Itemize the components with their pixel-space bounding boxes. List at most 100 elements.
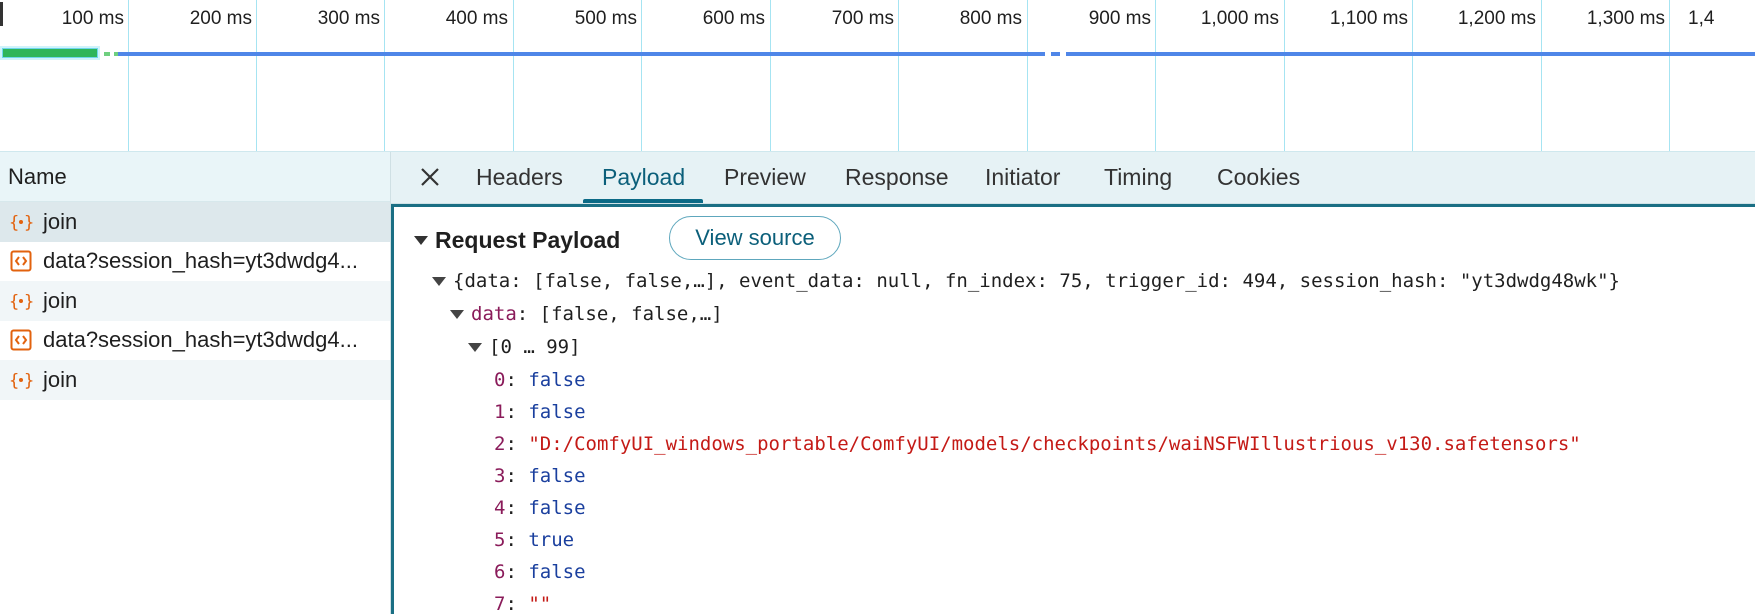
- array-item[interactable]: 7: "": [494, 593, 551, 615]
- request-list-panel: Name {} join data?session_hash=yt3dwdg4.…: [0, 152, 390, 614]
- summary-value: 75: [1059, 270, 1083, 292]
- tick-label: 1,100 ms: [1329, 8, 1408, 29]
- tab-initiator[interactable]: Initiator: [985, 152, 1060, 203]
- request-row[interactable]: data?session_hash=yt3dwdg4...: [0, 242, 390, 282]
- item-index: 0: [494, 369, 506, 391]
- property-key: data: [471, 303, 517, 325]
- tab-cookies[interactable]: Cookies: [1217, 152, 1300, 203]
- detail-tabbar: Headers Payload Preview Response Initiat…: [391, 152, 1755, 204]
- tick-label: 1,4: [1688, 8, 1715, 29]
- svg-text:{: {: [9, 213, 19, 233]
- payload-content: Request Payload View source {data: [fals…: [391, 204, 1755, 615]
- overview-bar-gap: [1045, 51, 1051, 57]
- tick-label: 700 ms: [831, 8, 894, 29]
- section-title: Request Payload: [435, 227, 621, 253]
- summary-key: fn_index: [944, 270, 1037, 292]
- brace-close: }: [1608, 270, 1620, 292]
- expand-triangle-icon: [432, 277, 446, 286]
- item-index: 5: [494, 529, 506, 551]
- grid-line: [1155, 0, 1156, 151]
- item-index: 1: [494, 401, 506, 423]
- grid-line: [1541, 0, 1542, 151]
- tick-label: 300 ms: [317, 8, 380, 29]
- item-index: 6: [494, 561, 506, 583]
- summary-value: null: [876, 270, 923, 292]
- item-value: false: [528, 465, 586, 487]
- grid-line: [1412, 0, 1413, 151]
- summary-value: [false, false,…]: [533, 270, 717, 292]
- summary-value: 494: [1242, 270, 1277, 292]
- array-item[interactable]: 0: false: [494, 369, 586, 391]
- tab-preview[interactable]: Preview: [724, 152, 806, 203]
- expand-triangle-icon: [450, 310, 464, 319]
- document-icon: [9, 249, 33, 273]
- active-tab-indicator: [583, 199, 703, 203]
- request-row[interactable]: {} join: [0, 360, 390, 400]
- grid-line: [1284, 0, 1285, 151]
- svg-text:{: {: [9, 371, 19, 391]
- item-value: false: [528, 497, 586, 519]
- tick-label: 500 ms: [574, 8, 637, 29]
- svg-text:}: }: [24, 371, 33, 391]
- tick-label: 600 ms: [702, 8, 765, 29]
- tick-label: 800 ms: [959, 8, 1022, 29]
- tab-headers[interactable]: Headers: [476, 152, 563, 203]
- name-column-header[interactable]: Name: [0, 152, 390, 202]
- summary-key: session_hash: [1299, 270, 1437, 292]
- array-item[interactable]: 2: "D:/ComfyUI_windows_portable/ComfyUI/…: [494, 433, 1581, 455]
- request-payload-toggle[interactable]: Request Payload: [414, 227, 620, 254]
- request-row[interactable]: data?session_hash=yt3dwdg4...: [0, 321, 390, 361]
- array-item[interactable]: 6: false: [494, 561, 586, 583]
- item-value: "": [528, 593, 552, 615]
- svg-text:}: }: [24, 213, 33, 233]
- summary-key: trigger_id: [1105, 270, 1220, 292]
- grid-line: [384, 0, 385, 151]
- grid-line: [513, 0, 514, 151]
- overview-left-handle[interactable]: [0, 2, 3, 26]
- close-icon[interactable]: [415, 162, 445, 192]
- array-item[interactable]: 4: false: [494, 497, 586, 519]
- array-range-row[interactable]: [0 … 99]: [468, 336, 581, 358]
- request-name: data?session_hash=yt3dwdg4...: [43, 248, 358, 274]
- grid-line: [1669, 0, 1670, 151]
- item-value: "D:/ComfyUI_windows_portable/ComfyUI/mod…: [528, 433, 1581, 455]
- tab-payload[interactable]: Payload: [602, 152, 685, 203]
- grid-line: [770, 0, 771, 151]
- tick-label: 1,000 ms: [1200, 8, 1279, 29]
- request-name: join: [43, 287, 78, 313]
- tick-label: 400 ms: [445, 8, 508, 29]
- request-name: join: [43, 208, 78, 234]
- request-row[interactable]: {} join: [0, 281, 390, 321]
- grid-line: [1027, 0, 1028, 151]
- data-property-row[interactable]: data: [false, false,…]: [450, 303, 723, 325]
- fetch-icon: {}: [9, 210, 33, 234]
- grid-line: [898, 0, 899, 151]
- overview-bar-gap: [1060, 51, 1066, 57]
- request-detail-panel: Headers Payload Preview Response Initiat…: [391, 152, 1755, 615]
- property-value: [false, false,…]: [539, 303, 723, 325]
- view-source-button[interactable]: View source: [669, 216, 841, 260]
- tab-response[interactable]: Response: [845, 152, 949, 203]
- svg-text:{: {: [9, 292, 19, 312]
- item-index: 4: [494, 497, 506, 519]
- overview-bar-download: [118, 52, 1755, 56]
- request-name: join: [43, 366, 78, 392]
- array-item[interactable]: 3: false: [494, 465, 586, 487]
- item-index: 3: [494, 465, 506, 487]
- overview-timeline[interactable]: 100 ms 200 ms 300 ms 400 ms 500 ms 600 m…: [0, 0, 1755, 152]
- brace-open: {: [453, 270, 465, 292]
- request-row[interactable]: {} join: [0, 202, 390, 242]
- tick-label: 1,300 ms: [1586, 8, 1665, 29]
- overview-bar-waiting: [2, 48, 98, 58]
- array-item[interactable]: 1: false: [494, 401, 586, 423]
- item-index: 2: [494, 433, 506, 455]
- payload-summary-row[interactable]: {data: [false, false,…], event_data: nul…: [432, 270, 1620, 292]
- item-index: 7: [494, 593, 506, 615]
- tick-label: 100 ms: [61, 8, 124, 29]
- grid-line: [128, 0, 129, 151]
- document-icon: [9, 328, 33, 352]
- svg-text:}: }: [24, 292, 33, 312]
- array-item[interactable]: 5: true: [494, 529, 574, 551]
- item-value: false: [528, 369, 586, 391]
- tab-timing[interactable]: Timing: [1104, 152, 1172, 203]
